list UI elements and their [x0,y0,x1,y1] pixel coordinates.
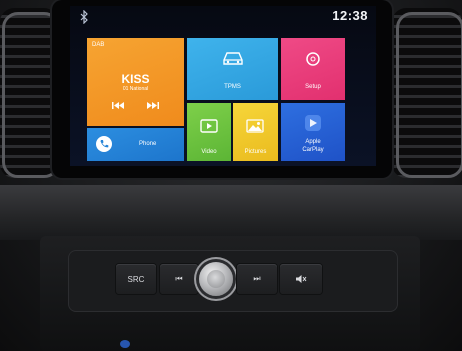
tpms-label: TPMS [224,84,241,90]
src-button[interactable]: SRC [116,264,156,294]
apple-carplay-tile[interactable]: Apple CarPlay [281,103,345,161]
previous-track-button[interactable]: ⏮ [160,264,198,294]
setup-label: Setup [305,84,321,90]
pictures-tile[interactable]: Pictures [233,103,278,161]
picture-icon [246,119,264,133]
right-vent-trim [396,12,462,178]
src-label: SRC [127,274,145,284]
phone-label: Phone [139,141,157,147]
clock: 12:38 [332,8,368,23]
infotainment-screen: 12:38 DAB KISS 01 National TPMS Setup Ph… [70,6,376,166]
mute-icon [296,275,307,283]
knob-cap [207,270,225,288]
phone-icon [96,136,112,152]
car-dashboard-photo: 12:38 DAB KISS 01 National TPMS Setup Ph… [0,0,462,351]
pictures-label: Pictures [244,149,267,155]
video-label: Video [201,149,217,155]
settings-ring-icon [306,52,320,66]
dashboard-trim [0,185,462,240]
bluetooth-icon [80,10,88,24]
car-icon [223,52,243,65]
carplay-label-line2: CarPlay [302,147,324,153]
next-track-button[interactable]: ⏭ [237,264,277,294]
video-icon [200,119,218,133]
carplay-label-line1: Apple [305,139,321,145]
mute-button[interactable] [280,264,322,294]
next-track-icon: ⏭ [253,274,261,283]
dab-tag: DAB [92,42,105,48]
status-bar: 12:38 [70,6,376,28]
setup-tile[interactable]: Setup [281,38,345,100]
station-name: KISS [121,72,150,86]
skip-forward-icon[interactable] [146,101,160,110]
gear-selector-light [120,340,130,348]
tpms-tile[interactable]: TPMS [187,38,278,100]
volume-knob[interactable] [199,262,233,296]
previous-track-icon: ⏮ [175,274,183,283]
dab-radio-tile[interactable]: DAB KISS 01 National [87,38,184,126]
phone-tile[interactable]: Phone [87,128,184,161]
station-subtitle: 01 National [122,86,149,92]
video-tile[interactable]: Video [187,103,231,161]
carplay-icon [305,115,321,131]
skip-back-icon[interactable] [111,101,125,110]
